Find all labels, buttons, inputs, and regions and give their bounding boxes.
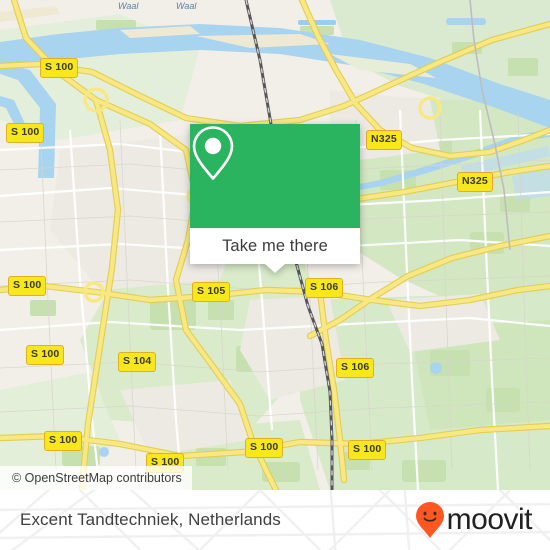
road-shield-s100[interactable]: S 100 bbox=[44, 431, 83, 451]
popup-action-bar[interactable]: Take me there bbox=[190, 228, 360, 273]
road-shield-s100[interactable]: S 100 bbox=[26, 345, 65, 365]
osm-attribution-text: © OpenStreetMap contributors bbox=[12, 471, 182, 485]
road-shield-s105[interactable]: S 105 bbox=[192, 282, 231, 302]
moovit-brand[interactable]: moovit bbox=[415, 501, 533, 539]
water-label: Waal bbox=[176, 1, 197, 11]
place-title: Excent Tandtechniek, Netherlands bbox=[20, 510, 281, 529]
road-shield-s100[interactable]: S 100 bbox=[6, 123, 45, 143]
footer-content: Excent Tandtechniek, Netherlands moovit bbox=[0, 490, 550, 550]
moovit-pin-icon bbox=[415, 502, 444, 538]
popup-pointer-tail bbox=[265, 264, 285, 273]
location-popup-card[interactable]: Take me there bbox=[190, 124, 360, 273]
road-shield-n325[interactable]: N325 bbox=[366, 130, 402, 150]
road-shield-s100[interactable]: S 100 bbox=[40, 58, 79, 78]
footer-bar: Excent Tandtechniek, Netherlands moovit bbox=[0, 490, 550, 550]
water-label: Waal bbox=[118, 1, 139, 11]
road-shield-s100[interactable]: S 100 bbox=[8, 276, 47, 296]
screenshot-root: Waal Waal S 100 S 100 S 100 S 105 S 106 … bbox=[0, 0, 550, 550]
map-pin-icon bbox=[192, 126, 234, 180]
road-shield-s106[interactable]: S 106 bbox=[336, 358, 375, 378]
popup-icon-panel bbox=[190, 124, 360, 228]
moovit-wordmark: moovit bbox=[446, 503, 533, 536]
road-shield-s100[interactable]: S 100 bbox=[348, 440, 387, 460]
map-canvas[interactable]: Waal Waal S 100 S 100 S 100 S 105 S 106 … bbox=[0, 0, 550, 490]
take-me-there-label: Take me there bbox=[222, 236, 328, 255]
road-shield-n325[interactable]: N325 bbox=[457, 172, 493, 192]
road-shield-s100[interactable]: S 100 bbox=[245, 438, 284, 458]
osm-attribution[interactable]: © OpenStreetMap contributors bbox=[0, 466, 192, 490]
road-shield-s104[interactable]: S 104 bbox=[118, 352, 157, 372]
road-shield-s106[interactable]: S 106 bbox=[305, 278, 344, 298]
